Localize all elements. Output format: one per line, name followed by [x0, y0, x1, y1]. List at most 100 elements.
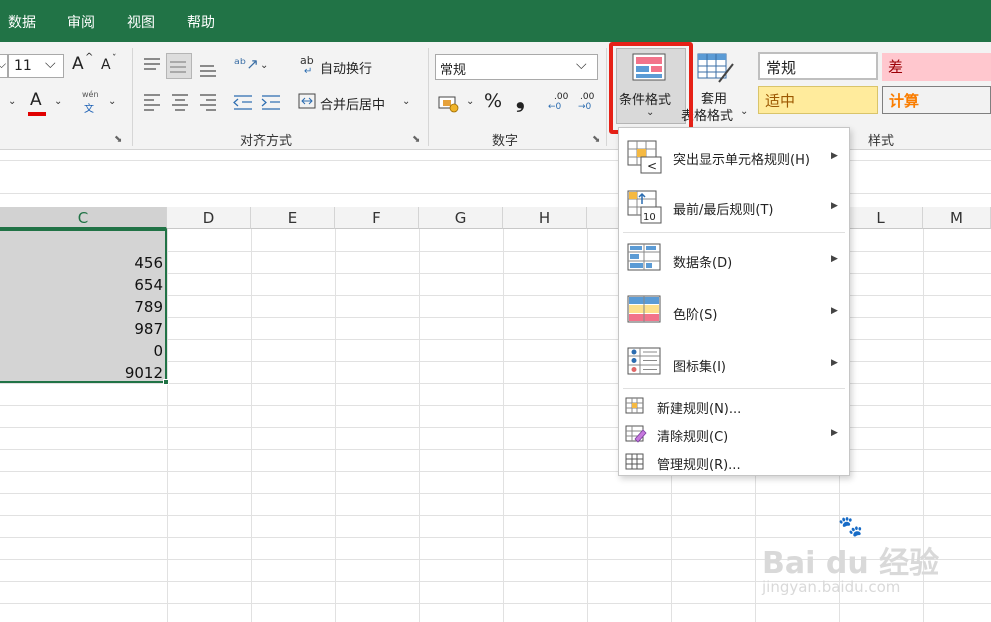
- column-header-e[interactable]: E: [251, 207, 335, 229]
- comma-style-button[interactable]: ❟: [516, 88, 525, 113]
- chevron-down-icon[interactable]: ⌄: [402, 96, 410, 107]
- style-tile-neutral[interactable]: 适中: [758, 86, 878, 114]
- menu-item-icon-sets[interactable]: 图标集(I) ▶: [619, 342, 849, 384]
- menu-item-clear-rules[interactable]: 清除规则(C) ▶: [619, 420, 849, 448]
- submenu-arrow-icon: ▶: [831, 151, 838, 161]
- dialog-launcher-icon[interactable]: ⬊: [412, 134, 420, 145]
- submenu-arrow-icon: ▶: [831, 358, 838, 368]
- grid-row-line: [0, 493, 991, 494]
- paw-icon: 🐾: [838, 514, 863, 538]
- font-color-swatch: [28, 112, 46, 116]
- icon-badge-text: 10: [643, 212, 656, 223]
- menu-item-label: 突出显示单元格规则(H): [673, 153, 810, 168]
- conditional-format-menu: < 突出显示单元格规则(H) ▶ 10 最前/最后规则(T) ▶ 数据条(D) …: [618, 127, 850, 476]
- watermark-logo: Bai du 经验: [762, 546, 940, 581]
- excel-window: 数据 审阅 视图 帮助 ⌵ 11 ⌵ A ^ A ˇ ⌄ A ⌄ wén 文 ⌄…: [0, 0, 991, 622]
- fill-handle[interactable]: [163, 379, 169, 385]
- column-header-f[interactable]: F: [335, 207, 419, 229]
- phonetic-char: 文: [84, 104, 94, 115]
- chevron-down-icon: ⌵: [0, 57, 7, 71]
- menu-item-top-bottom-rules[interactable]: 10 最前/最后规则(T) ▶: [619, 186, 849, 228]
- accounting-format-icon[interactable]: [438, 93, 460, 113]
- column-header-c[interactable]: C: [0, 207, 167, 229]
- tab-review[interactable]: 审阅: [67, 12, 95, 32]
- style-tile-calc[interactable]: 计算: [882, 86, 991, 114]
- menu-item-label: 管理规则(R)...: [657, 458, 741, 473]
- dialog-launcher-icon[interactable]: ⬊: [114, 134, 122, 145]
- column-header-d[interactable]: D: [167, 207, 251, 229]
- column-header-g[interactable]: G: [419, 207, 503, 229]
- menu-separator: [623, 232, 845, 233]
- chevron-down-icon[interactable]: ⌄: [260, 60, 268, 71]
- tab-data[interactable]: 数据: [8, 12, 36, 32]
- decrease-decimal-button[interactable]: .00: [580, 92, 594, 102]
- dialog-launcher-icon[interactable]: ⬊: [592, 134, 600, 145]
- clear-rules-icon: [625, 425, 647, 443]
- merge-center-icon: [298, 93, 316, 109]
- phonetic-label[interactable]: wén: [82, 90, 99, 99]
- column-header-l[interactable]: L: [839, 207, 923, 229]
- cell-c-value: 0: [153, 342, 163, 360]
- submenu-arrow-icon: ▶: [831, 306, 838, 316]
- manage-rules-icon: [625, 453, 644, 470]
- menu-item-highlight-rules[interactable]: < 突出显示单元格规则(H) ▶: [619, 136, 849, 178]
- orientation-icon[interactable]: ᵃᵇ↗: [234, 55, 259, 73]
- number-format-value: 常规: [440, 63, 467, 78]
- menu-item-manage-rules[interactable]: 管理规则(R)...: [619, 448, 849, 476]
- font-color-button[interactable]: A: [30, 90, 42, 110]
- menu-item-color-scales[interactable]: 色阶(S) ▶: [619, 290, 849, 332]
- number-format-dropdown[interactable]: 常规 ⌵: [435, 54, 598, 80]
- wrap-arrow-icon: ↵: [304, 66, 313, 77]
- column-header-m[interactable]: M: [923, 207, 991, 229]
- cell-c-value: 987: [134, 320, 163, 338]
- menu-separator: [623, 388, 845, 389]
- font-size-dropdown[interactable]: 11 ⌵: [8, 54, 64, 78]
- watermark-url: jingyan.baidu.com: [762, 578, 901, 596]
- chevron-down-icon[interactable]: ⌄: [54, 96, 62, 107]
- grid-row-line: [0, 603, 991, 604]
- submenu-arrow-icon: ▶: [831, 254, 838, 264]
- group-separator: [428, 48, 429, 146]
- decrease-font-size-button[interactable]: A: [101, 57, 111, 73]
- middle-align-button[interactable]: [166, 53, 192, 79]
- tab-help[interactable]: 帮助: [187, 12, 215, 32]
- style-tile-normal-label: 常规: [766, 59, 797, 77]
- merge-center-button[interactable]: 合并后居中: [320, 94, 385, 113]
- column-header-h[interactable]: H: [503, 207, 587, 229]
- chevron-down-icon[interactable]: ⌄: [740, 106, 748, 117]
- menu-item-new-rule[interactable]: 新建规则(N)...: [619, 392, 849, 420]
- caret-down-icon: ˇ: [112, 54, 117, 64]
- cell-c-value: 654: [134, 276, 163, 294]
- chevron-down-icon[interactable]: ⌄: [466, 96, 474, 107]
- style-tile-bad-label: 差: [888, 58, 904, 76]
- chevron-down-icon: ⌵: [576, 57, 587, 73]
- cell-c-value: 9012: [124, 364, 163, 382]
- icon-badge-text: <: [647, 159, 657, 173]
- increase-font-size-button[interactable]: A: [72, 54, 84, 74]
- menu-item-label: 新建规则(N)...: [657, 402, 742, 417]
- grid-column-line: [251, 229, 252, 622]
- group-separator: [132, 48, 133, 146]
- tab-view[interactable]: 视图: [127, 12, 155, 32]
- increase-decimal-button[interactable]: .00: [554, 92, 568, 102]
- menu-item-label: 清除规则(C): [657, 430, 729, 445]
- wrap-text-button[interactable]: 自动换行: [320, 58, 372, 77]
- style-tile-bad[interactable]: 差: [882, 53, 991, 81]
- highlight-rules-icon: <: [627, 140, 662, 174]
- caret-up-icon: ^: [85, 52, 94, 63]
- table-format-icon: [697, 53, 734, 83]
- percent-style-button[interactable]: %: [484, 90, 502, 112]
- grid-column-line: [167, 229, 168, 622]
- style-tile-normal[interactable]: 常规: [758, 52, 878, 80]
- data-bars-icon: [627, 243, 661, 271]
- top-bottom-rules-icon: 10: [627, 190, 662, 224]
- submenu-arrow-icon: ▶: [831, 201, 838, 211]
- chevron-down-icon[interactable]: ⌄: [8, 96, 16, 107]
- horizontal-align-icons: [144, 94, 280, 111]
- highlight-box: [609, 42, 693, 134]
- menu-item-data-bars[interactable]: 数据条(D) ▶: [619, 238, 849, 280]
- chevron-down-icon[interactable]: ⌄: [108, 96, 116, 107]
- style-tile-calc-label: 计算: [889, 92, 920, 110]
- alignment-group-label: 对齐方式: [240, 134, 293, 149]
- font-name-dropdown[interactable]: ⌵: [0, 54, 8, 78]
